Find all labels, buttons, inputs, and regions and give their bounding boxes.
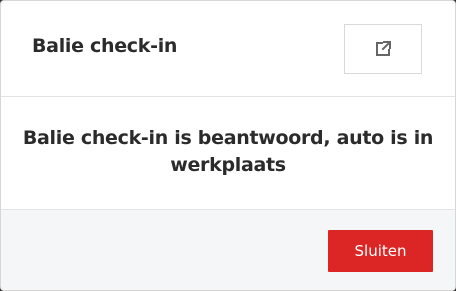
modal-body: Balie check-in is beantwoord, auto is in… bbox=[1, 97, 455, 209]
modal-title: Balie check-in bbox=[32, 35, 178, 57]
modal-footer: Sluiten bbox=[1, 209, 455, 290]
close-button[interactable]: Sluiten bbox=[328, 230, 433, 272]
modal-dialog: Balie check-in Balie check-in is beantwo… bbox=[0, 0, 456, 291]
external-link-icon bbox=[373, 39, 393, 59]
modal-message: Balie check-in is beantwoord, auto is in… bbox=[22, 127, 434, 176]
open-external-button[interactable] bbox=[344, 24, 422, 74]
modal-header: Balie check-in bbox=[1, 1, 455, 97]
